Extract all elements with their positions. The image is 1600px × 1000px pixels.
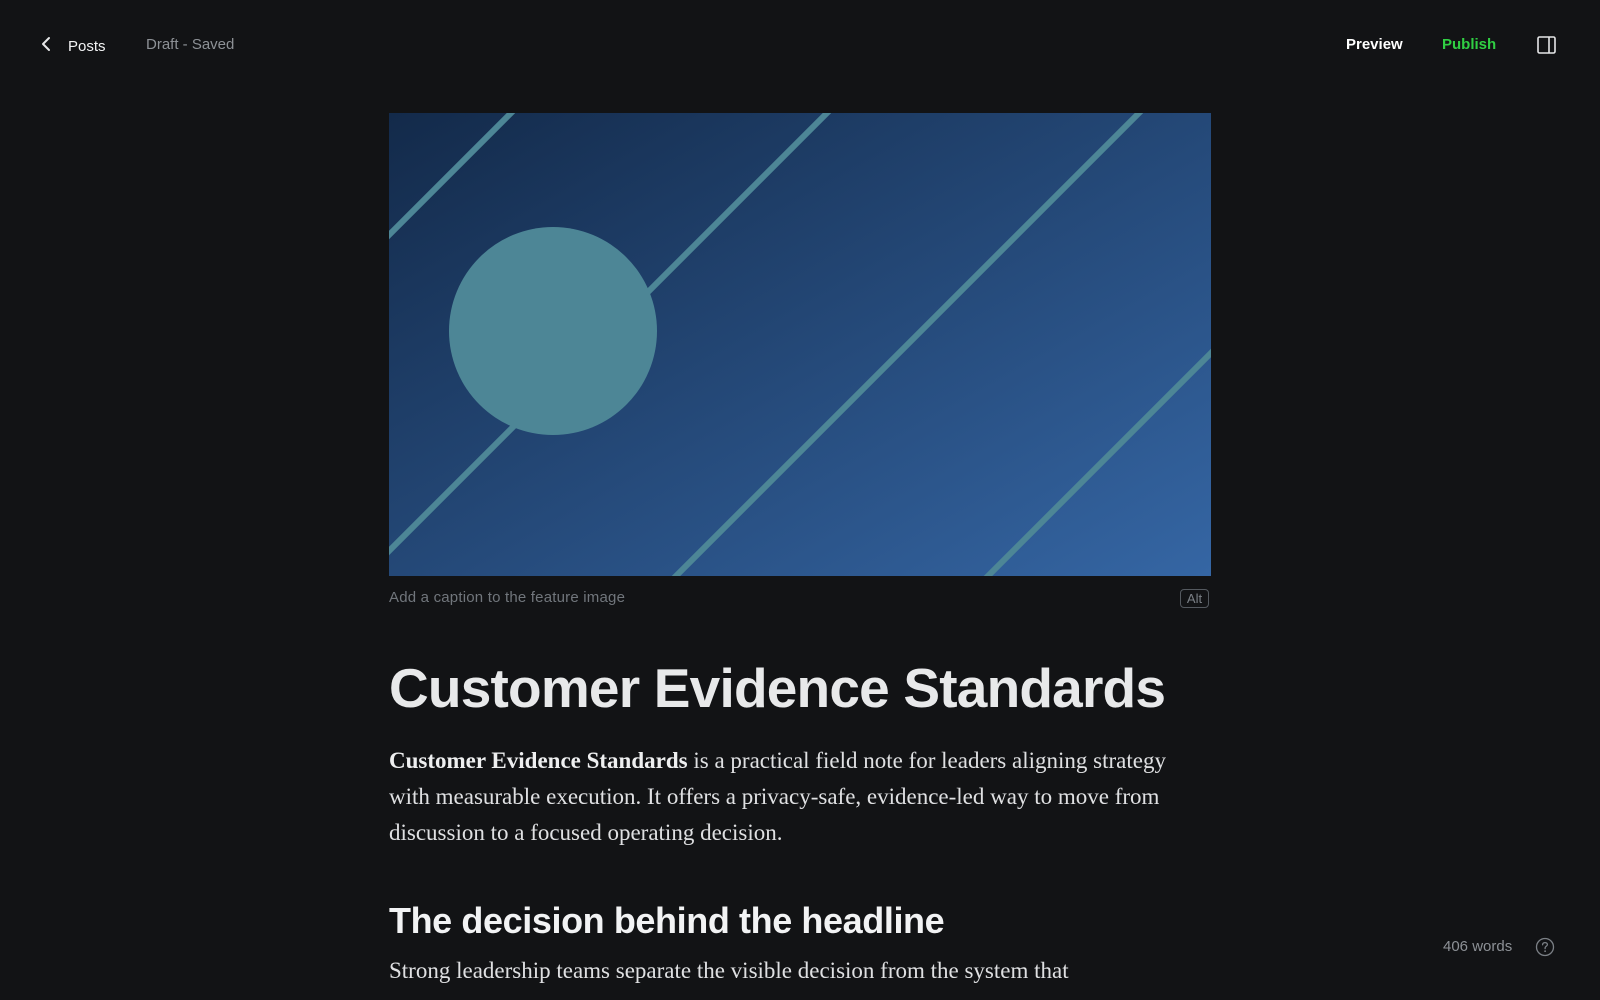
section-paragraph[interactable]: Strong leadership teams separate the vis…	[389, 953, 1209, 989]
preview-button[interactable]: Preview	[1346, 36, 1403, 53]
sidebar-toggle-icon	[1537, 36, 1556, 54]
post-title[interactable]: Customer Evidence Standards	[389, 656, 1166, 720]
publish-button[interactable]: Publish	[1442, 36, 1496, 53]
alt-text-button[interactable]: Alt	[1180, 589, 1209, 608]
editor-header: Posts Draft - Saved Preview Publish	[0, 0, 1600, 92]
feature-image-caption-input[interactable]: Add a caption to the feature image	[389, 589, 625, 606]
word-count: 406 words	[1443, 938, 1513, 955]
back-label: Posts	[68, 37, 106, 55]
feature-image[interactable]	[389, 113, 1211, 576]
post-lead-paragraph[interactable]: Customer Evidence Standards is a practic…	[389, 743, 1209, 851]
help-circle-icon	[1535, 937, 1555, 957]
back-to-posts-link[interactable]: Posts	[36, 31, 106, 61]
lead-bold-text: Customer Evidence Standards	[389, 748, 688, 773]
help-button[interactable]	[1535, 937, 1555, 957]
save-status: Draft - Saved	[146, 36, 235, 53]
chevron-left-icon	[36, 33, 58, 60]
section-heading[interactable]: The decision behind the headline	[389, 900, 945, 942]
sidebar-toggle-button[interactable]	[1537, 36, 1556, 54]
